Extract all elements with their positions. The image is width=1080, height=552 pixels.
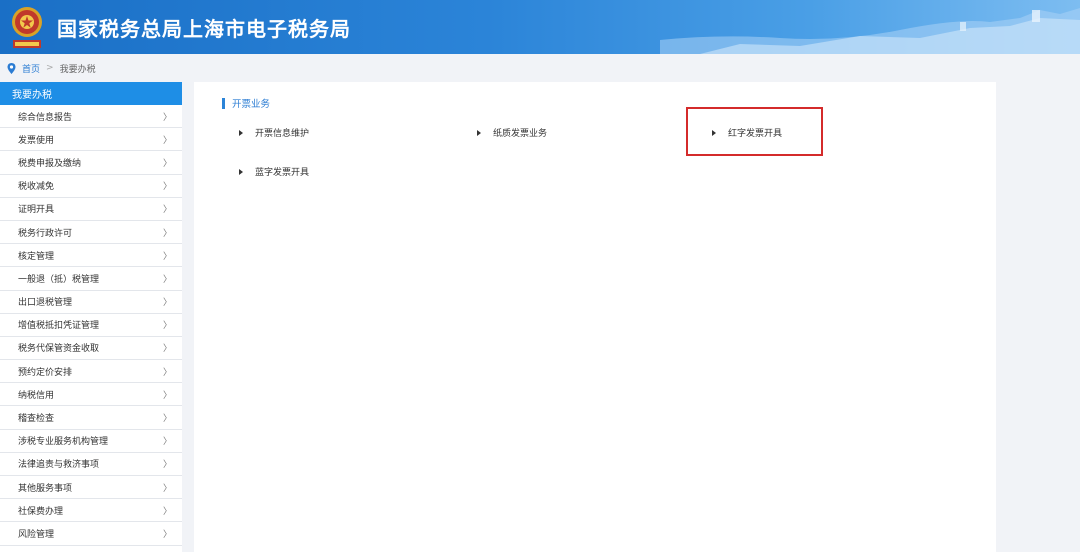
sidebar-item-invoice-use[interactable]: 发票使用 〉 <box>0 128 182 152</box>
sidebar-item-label: 税费申报及缴纳 <box>18 158 82 169</box>
sidebar-item-tax-reduction[interactable]: 税收减免 〉 <box>0 175 182 198</box>
chevron-right-icon: 〉 <box>162 251 172 262</box>
breadcrumb-separator: > <box>46 63 54 73</box>
link-label: 纸质发票业务 <box>493 129 548 139</box>
chevron-right-icon: 〉 <box>162 158 172 169</box>
red-highlight-box <box>686 107 823 156</box>
sidebar-item-label: 综合信息报告 <box>18 112 73 123</box>
sidebar-item-label: 预约定价安排 <box>18 367 73 378</box>
section-accent-bar <box>222 97 225 109</box>
sidebar-item-risk-management[interactable]: 风险管理 〉 <box>0 522 182 546</box>
sidebar-item-label: 涉税专业服务机构管理 <box>18 437 109 448</box>
section-title-invoicing: 开票业务 <box>222 97 271 110</box>
sidebar-title[interactable]: 我要办税 <box>0 82 182 105</box>
link-blue-invoice-issuance[interactable]: 蓝字发票开具 <box>239 165 309 178</box>
tax-emblem-logo <box>12 7 42 48</box>
sidebar-item-social-insurance[interactable]: 社保费办理 〉 <box>0 499 182 523</box>
sidebar-item-comprehensive-info-report[interactable]: 综合信息报告 〉 <box>0 105 182 129</box>
link-invoice-info-maintenance[interactable]: 开票信息维护 <box>239 126 309 139</box>
chevron-right-icon: 〉 <box>162 228 172 239</box>
sidebar-item-assessment-management[interactable]: 核定管理 〉 <box>0 244 182 268</box>
sidebar-item-export-refund[interactable]: 出口退税管理 〉 <box>0 291 182 314</box>
sidebar-item-label: 证明开具 <box>18 205 55 216</box>
sidebar-item-label: 发票使用 <box>18 135 55 146</box>
sidebar-item-other-services[interactable]: 其他服务事项 〉 <box>0 476 182 500</box>
breadcrumb-home-link[interactable]: 首页 <box>22 62 40 75</box>
great-wall-banner-image <box>660 8 1080 54</box>
link-label: 蓝字发票开具 <box>255 168 310 178</box>
chevron-right-icon: 〉 <box>162 298 172 309</box>
chevron-right-icon: 〉 <box>162 460 172 471</box>
chevron-right-icon: 〉 <box>162 414 172 425</box>
link-label: 开票信息维护 <box>255 129 310 139</box>
chevron-right-icon: 〉 <box>162 182 172 193</box>
sidebar-item-administrative-license[interactable]: 税务行政许可 〉 <box>0 221 182 245</box>
sidebar-item-label: 稽查检查 <box>18 414 55 425</box>
chevron-right-icon: 〉 <box>162 483 172 494</box>
location-pin-icon <box>7 62 16 74</box>
chevron-right-icon: 〉 <box>162 344 172 355</box>
sidebar-item-label: 税务行政许可 <box>18 228 73 239</box>
triangle-bullet-icon <box>239 168 243 175</box>
chevron-right-icon: 〉 <box>162 205 172 216</box>
chevron-right-icon: 〉 <box>162 367 172 378</box>
sidebar-item-label: 一般退（抵）税管理 <box>18 274 100 285</box>
main-panel: 开票业务 开票信息维护 纸质发票业务 红字发票开具 蓝字发票开具 <box>194 82 996 552</box>
link-paper-invoice-business[interactable]: 纸质发票业务 <box>477 126 547 139</box>
sidebar-item-certificate-issuance[interactable]: 证明开具 〉 <box>0 198 182 221</box>
sidebar-item-tax-credit[interactable]: 纳税信用 〉 <box>0 383 182 407</box>
sidebar-item-label: 出口退税管理 <box>18 298 73 309</box>
chevron-right-icon: 〉 <box>162 274 172 285</box>
triangle-bullet-icon <box>239 129 243 136</box>
site-header: 国家税务总局上海市电子税务局 <box>0 0 1080 54</box>
sidebar-item-inspection[interactable]: 稽查检查 〉 <box>0 406 182 430</box>
sidebar-item-custody-funds[interactable]: 税务代保管资金收取 〉 <box>0 337 182 361</box>
sidebar-item-legal-remedy[interactable]: 法律追责与救济事项 〉 <box>0 453 182 476</box>
sidebar-item-general-refund[interactable]: 一般退（抵）税管理 〉 <box>0 267 182 291</box>
chevron-right-icon: 〉 <box>162 529 172 540</box>
sidebar-item-label: 核定管理 <box>18 251 55 262</box>
sidebar-item-label: 风险管理 <box>18 529 55 540</box>
section-title-text: 开票业务 <box>232 99 271 110</box>
sidebar-item-label: 税务代保管资金收取 <box>18 344 100 355</box>
sidebar-item-tax-declaration-payment[interactable]: 税费申报及缴纳 〉 <box>0 151 182 175</box>
chevron-right-icon: 〉 <box>162 135 172 146</box>
sidebar-item-label: 法律追责与救济事项 <box>18 460 100 471</box>
sidebar-item-professional-service-agency[interactable]: 涉税专业服务机构管理 〉 <box>0 430 182 453</box>
sidebar-item-label: 纳税信用 <box>18 390 55 401</box>
sidebar-menu: 我要办税 综合信息报告〉 发票使用〉 税费申报及缴纳〉 税收减免〉 证明开具〉 … <box>0 82 182 552</box>
triangle-bullet-icon <box>477 129 481 136</box>
chevron-right-icon: 〉 <box>162 390 172 401</box>
sidebar-item-advance-pricing[interactable]: 预约定价安排 〉 <box>0 360 182 384</box>
chevron-right-icon: 〉 <box>162 437 172 448</box>
sidebar-item-list: 综合信息报告〉 发票使用〉 税费申报及缴纳〉 税收减免〉 证明开具〉 税务行政许… <box>0 105 182 546</box>
sidebar-item-label: 税收减免 <box>18 182 55 193</box>
sidebar-item-label: 其他服务事项 <box>18 483 73 494</box>
breadcrumb: 首页 > 我要办税 <box>0 54 1080 82</box>
chevron-right-icon: 〉 <box>162 321 172 332</box>
sidebar-item-vat-deduction-voucher[interactable]: 增值税抵扣凭证管理 〉 <box>0 314 182 337</box>
site-title: 国家税务总局上海市电子税务局 <box>57 17 351 41</box>
sidebar-item-label: 增值税抵扣凭证管理 <box>18 321 100 332</box>
chevron-right-icon: 〉 <box>162 506 172 517</box>
chevron-right-icon: 〉 <box>162 112 172 123</box>
breadcrumb-current: 我要办税 <box>59 64 96 75</box>
sidebar-item-label: 社保费办理 <box>18 506 64 517</box>
